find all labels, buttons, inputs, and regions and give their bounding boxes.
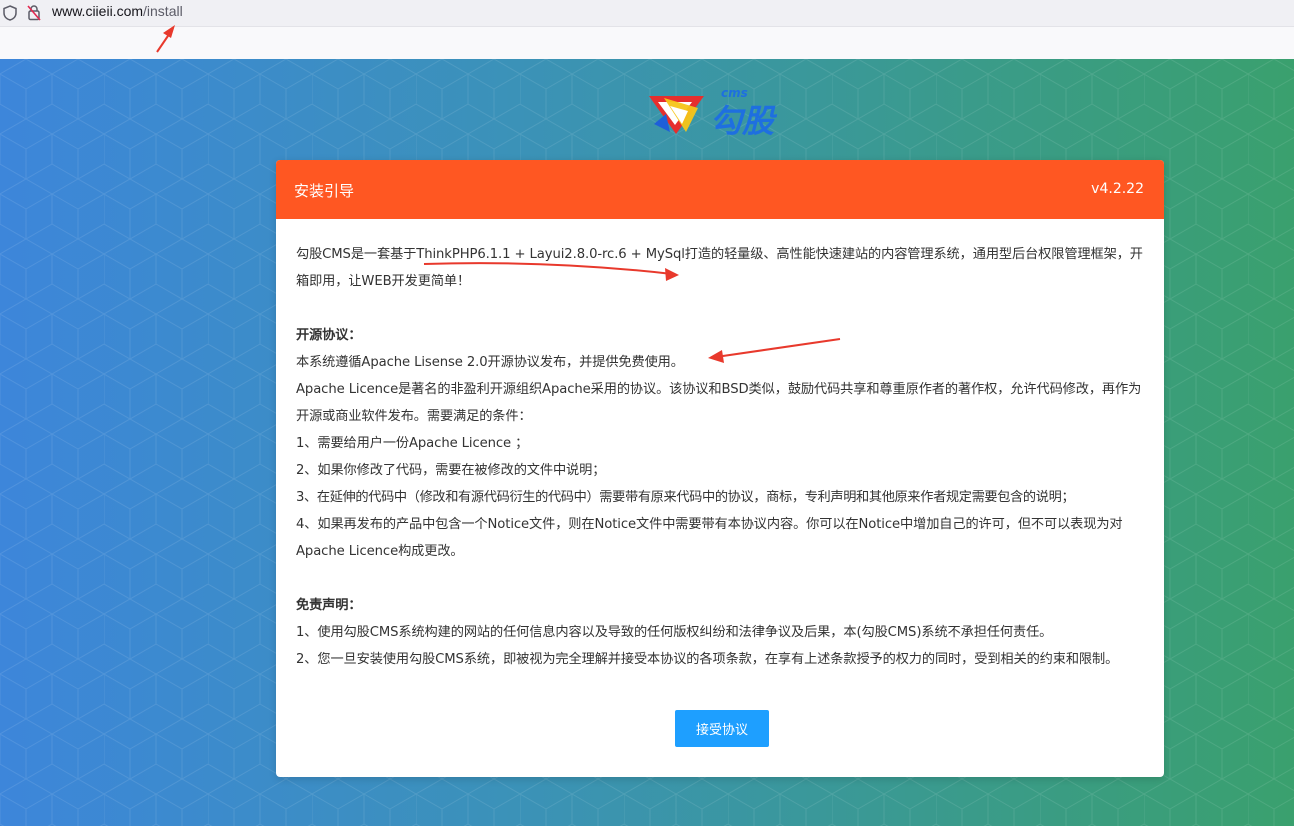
- license-agreement-text: 勾股CMS是一套基于ThinkPHP6.1.1 + Layui2.8.0-rc.…: [296, 241, 1148, 673]
- logo-cms-text: cms: [721, 86, 748, 100]
- insecure-lock-icon[interactable]: [27, 4, 41, 21]
- license-line: 2、如果你修改了代码，需要在被修改的文件中说明；: [296, 463, 606, 478]
- disclaimer-line: 2、您一旦安装使用勾股CMS系统，即被视为完全理解并接受本协议的各项条款，在享有…: [296, 652, 1119, 667]
- card-header: 安装引导 v4.2.22: [276, 160, 1164, 219]
- license-line: 1、需要给用户一份Apache Licence ；: [296, 436, 529, 451]
- card-title: 安装引导: [294, 182, 355, 200]
- logo-brand-text: 勾股: [710, 102, 778, 140]
- license-line: 3、在延伸的代码中（修改和有源代码衍生的代码中）需要带有原来代码中的协议，商标，…: [296, 490, 1075, 505]
- license-line: 本系统遵循Apache Lisense 2.0开源协议发布，并提供免费使用。: [296, 355, 684, 370]
- browser-address-bar[interactable]: www.ciieii.com/install: [0, 0, 1294, 27]
- accept-agreement-button[interactable]: 接受协议: [675, 710, 769, 747]
- license-line: 4、如果再发布的产品中包含一个Notice文件，则在Notice文件中需要带有本…: [296, 517, 1123, 559]
- url-path: /install: [143, 3, 183, 19]
- gougu-logo: cms 勾股: [649, 86, 778, 140]
- disclaimer-heading: 免责声明：: [296, 598, 362, 613]
- intro-paragraph: 勾股CMS是一套基于ThinkPHP6.1.1 + Layui2.8.0-rc.…: [296, 247, 1143, 289]
- license-line: Apache Licence是著名的非盈利开源组织Apache采用的协议。该协议…: [296, 382, 1142, 424]
- install-guide-card: 安装引导 v4.2.22 勾股CMS是一套基于ThinkPHP6.1.1 + L…: [276, 160, 1164, 777]
- shield-icon[interactable]: [3, 5, 17, 21]
- license-heading: 开源协议：: [296, 328, 362, 343]
- disclaimer-line: 1、使用勾股CMS系统构建的网站的任何信息内容以及导致的任何版权纠纷和法律争议及…: [296, 625, 1053, 640]
- browser-toolbar-strip: [0, 27, 1294, 59]
- url-host: www.ciieii.com: [52, 3, 144, 19]
- version-label: v4.2.22: [1091, 181, 1144, 197]
- url-text[interactable]: www.ciieii.com/install: [52, 3, 183, 19]
